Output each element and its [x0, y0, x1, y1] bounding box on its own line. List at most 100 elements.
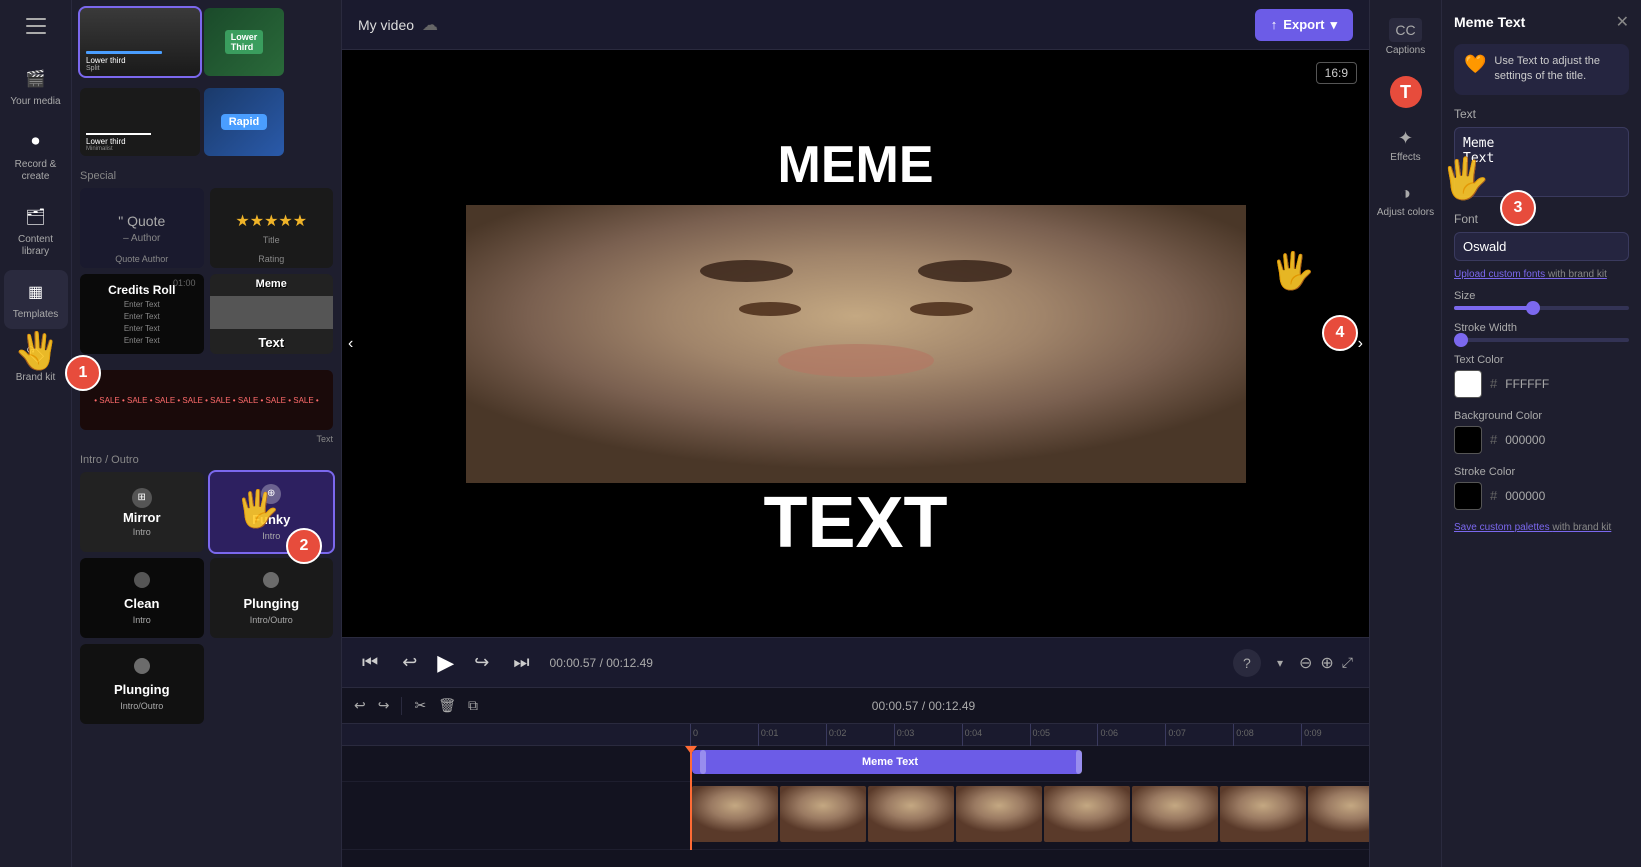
timeline-cut-button[interactable]: ✂	[414, 697, 426, 714]
plunging2-icon	[134, 658, 150, 674]
template-clean[interactable]: Clean Intro	[80, 558, 204, 638]
credits-title: Credits Roll	[108, 283, 175, 297]
skip-back-button[interactable]: ⏮	[358, 648, 382, 677]
sidebar-label-templates: Templates	[13, 309, 59, 321]
transport-bar: ⏮ ↩ ▶ ↪ ⏭ 00:00.57 / 00:12.49 ? ▾ ⊖ ⊕ ⤢	[342, 637, 1369, 687]
lt-mini-sub-label: Minimalist	[86, 146, 113, 152]
size-slider-thumb[interactable]	[1526, 301, 1540, 315]
save-palette-link[interactable]: Save custom palettes with brand kit	[1454, 522, 1629, 533]
export-button[interactable]: ↑ Export ▾	[1255, 9, 1353, 41]
special-template-grid: " Quote – Author Quote Author ★★★★★ Titl…	[72, 184, 341, 358]
your-media-icon: 🎬	[22, 65, 50, 93]
template-funky[interactable]: ⊕ Funky Intro	[210, 472, 334, 552]
text-color-hex: FFFFFF	[1505, 377, 1549, 391]
size-slider[interactable]	[1454, 306, 1629, 310]
rp-effects[interactable]: ✦ Effects	[1361, 120, 1451, 171]
prop-title: Meme Text	[1454, 14, 1525, 30]
sidebar-item-templates[interactable]: ▦ Templates	[4, 270, 68, 329]
forward-button[interactable]: ↪	[470, 648, 493, 677]
sidebar-item-your-media[interactable]: 🎬 Your media	[4, 57, 68, 116]
template-mirror[interactable]: ⊞ Mirror Intro	[80, 472, 204, 552]
total-time: 00:12.49	[606, 656, 653, 670]
sale-ticker-row: • SALE • SALE • SALE • SALE • SALE • SAL…	[72, 362, 341, 434]
stroke-width-slider[interactable]	[1454, 338, 1629, 342]
template-lower-third-minimal[interactable]: Lower third Minimalist	[80, 88, 200, 156]
preview-next-button[interactable]: ›	[1352, 323, 1369, 365]
templates-icon: ▦	[22, 278, 50, 306]
mirror-sub: Intro	[133, 527, 151, 537]
rapid-badge-label: Rapid	[221, 114, 268, 130]
template-credits-roll[interactable]: Credits Roll Enter Text Enter Text Enter…	[80, 274, 204, 354]
video-filmstrip	[692, 786, 1369, 842]
plunging2-label: Plunging	[114, 682, 170, 697]
tip-emoji: 🧡	[1464, 54, 1486, 75]
skip-forward-button[interactable]: ⏭	[509, 648, 533, 677]
rp-adjust-colors[interactable]: ◑ Adjust colors	[1361, 175, 1451, 226]
track-handle-right[interactable]	[1076, 750, 1082, 774]
timeline-redo-button[interactable]: ↪	[378, 697, 390, 714]
funky-sub: Intro	[262, 531, 280, 541]
bg-color-swatch[interactable]	[1454, 426, 1482, 454]
film-frame-3	[868, 786, 954, 842]
template-lower-third-blue[interactable]: Lower third Split	[80, 8, 200, 76]
template-rating[interactable]: ★★★★★ Title Rating	[210, 188, 334, 268]
clean-icon	[134, 572, 150, 588]
menu-icon[interactable]	[18, 10, 54, 45]
meme-text-track[interactable]: Meme Text	[692, 750, 1082, 774]
plunging-icon	[263, 572, 279, 588]
stroke-slider-thumb[interactable]	[1454, 333, 1468, 347]
rewind-button[interactable]: ↩	[398, 648, 421, 677]
meme-top-text: Meme	[466, 125, 1246, 205]
rp-text[interactable]: T	[1361, 68, 1451, 116]
funky-label: Funky	[252, 512, 290, 527]
sidebar-item-content-library[interactable]: 🗂 Content library	[4, 195, 68, 266]
funky-icon: ⊕	[261, 484, 281, 504]
template-lower-third-green[interactable]: LowerThird	[204, 8, 284, 76]
text-color-swatch[interactable]	[1454, 370, 1482, 398]
prop-close-button[interactable]: ✕	[1616, 12, 1629, 32]
timeline-undo-button[interactable]: ↩	[354, 697, 366, 714]
film-frame-4	[956, 786, 1042, 842]
stroke-color-label: Stroke Color	[1454, 466, 1629, 478]
template-plunging2[interactable]: Plunging Intro/Outro	[80, 644, 204, 724]
timeline-time-display: 00:00.57 / 00:12.49	[872, 699, 975, 713]
stroke-color-swatch[interactable]	[1454, 482, 1482, 510]
intro-outro-grid: ⊞ Mirror Intro ⊕ Funky Intro Clean Intro…	[72, 468, 341, 728]
text-input[interactable]: Meme Text	[1454, 127, 1629, 197]
preview-prev-button[interactable]: ‹	[342, 323, 359, 365]
zoom-in-button[interactable]: ⊕	[1320, 653, 1333, 673]
content-library-icon: 🗂	[22, 203, 50, 231]
plunging-label: Plunging	[243, 596, 299, 611]
prop-header: Meme Text ✕	[1454, 12, 1629, 32]
export-arrow-icon: ↑	[1271, 17, 1278, 32]
sidebar-item-record-create[interactable]: ⏺ Record & create	[4, 120, 68, 191]
zoom-out-button[interactable]: ⊖	[1299, 653, 1312, 673]
video-filmstrip-track-row	[342, 782, 1369, 850]
sidebar-item-brand-kit[interactable]: 🏷 Brand kit	[4, 333, 68, 392]
tip-box: 🧡 Use Text to adjust the settings of the…	[1454, 44, 1629, 95]
text-color-label: Text Color	[1454, 354, 1629, 366]
mirror-icon: ⊞	[132, 488, 152, 508]
rp-captions[interactable]: CC Captions	[1361, 10, 1451, 64]
main-area: My video ☁ ↑ Export ▾ Meme Text ‹ ›	[342, 0, 1369, 867]
timeline-copy-button[interactable]: ⧉	[468, 697, 478, 714]
template-meme[interactable]: Meme Text Add to timeline	[210, 274, 334, 354]
help-button[interactable]: ?	[1233, 649, 1261, 677]
template-sale-ticker[interactable]: • SALE • SALE • SALE • SALE • SALE • SAL…	[80, 370, 333, 430]
properties-panel: Meme Text ✕ 🧡 Use Text to adjust the set…	[1441, 0, 1641, 867]
special-section-label: Special	[72, 164, 341, 184]
upload-fonts-link[interactable]: Upload custom fonts with brand kit	[1454, 269, 1629, 280]
effects-label: Effects	[1390, 152, 1420, 163]
expand-timeline-button[interactable]: ⤢	[1342, 654, 1353, 671]
templates-panel: Lower third Split LowerThird Lower third…	[72, 0, 342, 867]
timeline-delete-button[interactable]: 🗑	[438, 697, 456, 714]
font-section-label: Font	[1454, 212, 1629, 226]
font-selector[interactable]: Oswald	[1454, 232, 1629, 261]
template-quote-author[interactable]: " Quote – Author Quote Author	[80, 188, 204, 268]
timeline-collapse-button[interactable]: ▾	[1277, 656, 1283, 670]
template-plunging[interactable]: Plunging Intro/Outro	[210, 558, 334, 638]
preview-container: Meme Text	[466, 125, 1246, 563]
tl-total-time: 00:12.49	[929, 699, 976, 713]
play-button[interactable]: ▶	[437, 650, 454, 676]
template-rapid[interactable]: Rapid	[204, 88, 284, 156]
